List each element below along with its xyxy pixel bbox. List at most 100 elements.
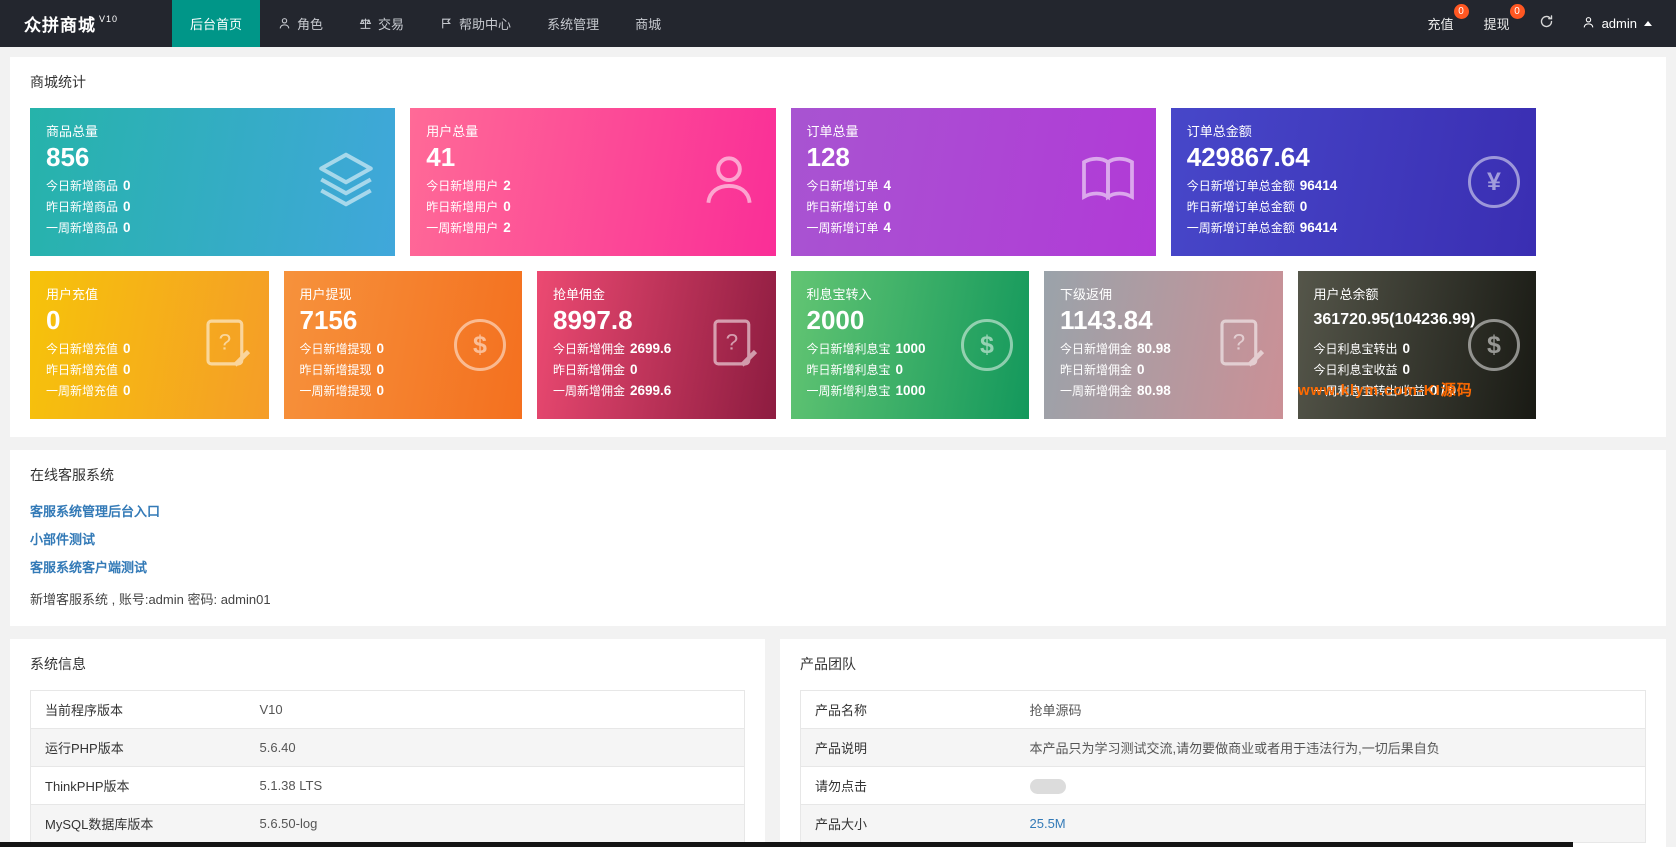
main-menu: 后台首页 角色 交易 帮助中心 系统管理 商城	[172, 0, 679, 47]
refresh-button[interactable]	[1525, 14, 1568, 34]
card-line: 一周新增利息宝 1000	[807, 382, 1014, 399]
card-line-label: 今日新增佣金	[1060, 342, 1133, 356]
file-question-icon: ?	[199, 316, 253, 375]
row-label: 产品大小	[815, 817, 868, 832]
row-value: 5.6.50-log	[259, 816, 318, 831]
card-line-label: 一周新增用户	[426, 221, 499, 235]
row-label: 产品说明	[815, 741, 868, 756]
row-label: 请勿点击	[815, 779, 868, 794]
svg-text:?: ?	[218, 329, 231, 354]
nav-item-trade[interactable]: 交易	[341, 0, 422, 47]
nav-item-label: 角色	[297, 17, 324, 32]
card-line-label: 今日新增提现	[299, 342, 372, 356]
brand-logo[interactable]: 众拼商城 V10	[0, 0, 172, 47]
card-line-label: 昨日新增订单	[806, 200, 879, 214]
dollar-glyph: $	[1468, 319, 1520, 371]
product-size-link[interactable]: 25.5M	[1030, 816, 1066, 831]
table-row: 产品说明 本产品只为学习测试交流,请勿要做商业或者用于违法行为,一切后果自负	[800, 728, 1646, 767]
stat-card-interest-in: 利息宝转入 2000 今日新增利息宝 1000 昨日新增利息宝 0 一周新增利息宝 1…	[790, 271, 1029, 419]
refresh-icon	[1539, 14, 1554, 34]
card-title: 商品总量	[46, 124, 99, 139]
navbar-right: 充值 0 提现 0 admin	[1413, 0, 1676, 47]
yen-icon: ¥	[1468, 156, 1520, 208]
card-line: 一周新增商品 0	[46, 219, 379, 236]
card-line: 一周新增提现 0	[300, 382, 507, 399]
dollar-glyph: $	[961, 319, 1013, 371]
nav-item-home[interactable]: 后台首页	[172, 0, 261, 47]
file-question-icon: ?	[706, 316, 760, 375]
stats-title: 商城统计	[30, 74, 86, 90]
card-line-label: 一周新增佣金	[553, 384, 626, 398]
flag-icon	[440, 17, 453, 30]
system-info-title: 系统信息	[30, 656, 86, 672]
service-panel: 在线客服系统 客服系统管理后台入口 小部件测试 客服系统客户端测试 新增客服系统…	[10, 450, 1666, 626]
card-title: 抢单佣金	[553, 287, 606, 302]
do-not-click-pill[interactable]	[1029, 778, 1066, 794]
user-icon	[278, 17, 291, 30]
user-menu[interactable]: admin	[1568, 16, 1662, 32]
stat-card-users: 用户总量 41 今日新增用户 2 昨日新增用户 0 一周新增用户 2	[410, 108, 776, 256]
nav-item-label: 交易	[378, 17, 405, 32]
card-line: 一周新增佣金 2699.6	[553, 382, 760, 399]
card-line-value: 1000	[895, 341, 926, 356]
dollar-icon: $	[961, 319, 1013, 371]
row-label: 运行PHP版本	[45, 741, 124, 756]
nav-item-roles[interactable]: 角色	[260, 0, 341, 47]
stat-card-order-amount: 订单总金额 429867.64 今日新增订单总金额 96414 昨日新增订单总金额…	[1170, 108, 1536, 256]
card-line: 一周新增用户 2	[426, 219, 759, 236]
card-line-value: 0	[123, 341, 131, 356]
card-line-value: 0	[123, 383, 131, 398]
row-label: 当前程序版本	[45, 703, 124, 718]
svg-text:?: ?	[1232, 329, 1245, 354]
card-line-value: 2	[503, 220, 511, 235]
nav-item-label: 系统管理	[547, 17, 600, 32]
nav-item-help[interactable]: 帮助中心	[422, 0, 529, 47]
watermark: www.klym.com-KI源码	[1298, 382, 1473, 399]
card-line-value: 0	[1402, 341, 1411, 356]
card-line-label: 一周新增佣金	[1060, 384, 1133, 398]
card-line-label: 昨日新增利息宝	[806, 363, 891, 377]
card-line-label: 昨日新增佣金	[1060, 363, 1133, 377]
card-line-value: 0	[630, 362, 638, 377]
row-label: 产品名称	[815, 703, 868, 718]
card-line-label: 昨日新增用户	[426, 200, 499, 214]
card-line-value: 0	[1402, 362, 1411, 377]
dollar-icon: $	[1468, 319, 1520, 371]
table-row: 请勿点击	[800, 766, 1646, 805]
card-line-value: 0	[503, 199, 511, 214]
exchange-icon	[359, 17, 372, 30]
card-line-value: 2699.6	[630, 341, 672, 356]
row-value: 抢单源码	[1029, 703, 1082, 718]
nav-item-mall[interactable]: 商城	[617, 0, 679, 47]
service-admin-link[interactable]: 客服系统管理后台入口	[30, 501, 160, 520]
dollar-glyph: $	[454, 319, 506, 371]
card-title: 用户总余额	[1313, 287, 1379, 302]
card-line: 一周新增订单 4	[807, 219, 1140, 236]
recharge-button[interactable]: 充值 0	[1413, 0, 1469, 47]
withdraw-label: 提现	[1483, 17, 1510, 32]
card-line-label: 一周新增商品	[46, 221, 119, 235]
row-value: 5.6.40	[259, 740, 296, 755]
username: admin	[1601, 16, 1637, 31]
card-line-label: 一周新增利息宝	[806, 384, 891, 398]
table-row: 当前程序版本 V10	[30, 690, 745, 729]
client-test-link[interactable]: 客服系统客户端测试	[30, 557, 147, 576]
card-line-label: 昨日新增商品	[46, 200, 119, 214]
yen-glyph: ¥	[1468, 156, 1520, 208]
card-line-label: 一周新增提现	[299, 384, 372, 398]
stat-card-commission: 抢单佣金 8997.8 今日新增佣金 2699.6 昨日新增佣金 0 一周新增佣金 2…	[537, 271, 776, 419]
card-line: 一周新增订单总金额 96414	[1187, 219, 1520, 236]
card-line-value: 0	[376, 341, 385, 356]
card-line-value: 4	[883, 220, 892, 235]
card-line-label: 今日利息宝收益	[1313, 363, 1398, 377]
card-line-label: 昨日新增订单总金额	[1186, 200, 1295, 214]
row-value: 本产品只为学习测试交流,请勿要做商业或者用于违法行为,一切后果自负	[1029, 741, 1440, 756]
widget-test-link[interactable]: 小部件测试	[30, 529, 95, 548]
nav-item-system[interactable]: 系统管理	[529, 0, 617, 47]
svg-text:?: ?	[725, 329, 738, 354]
card-title: 用户提现	[299, 287, 352, 302]
card-line-label: 今日利息宝转出	[1313, 342, 1398, 356]
card-title: 下级返佣	[1060, 287, 1113, 302]
withdraw-button[interactable]: 提现 0	[1469, 0, 1525, 47]
table-row: ThinkPHP版本 5.1.38 LTS	[30, 766, 745, 805]
